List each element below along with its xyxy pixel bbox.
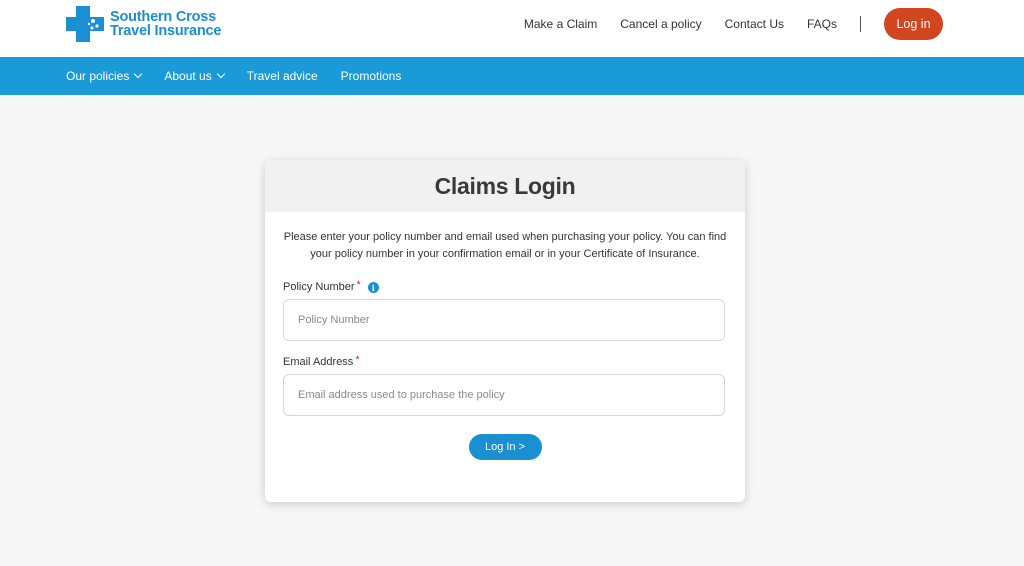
nav-travel-advice-label: Travel advice (246, 69, 318, 83)
nav-divider (860, 16, 861, 32)
login-button[interactable]: Log in (884, 8, 943, 40)
email-address-input[interactable] (283, 374, 725, 416)
chevron-down-icon (216, 69, 225, 79)
card-body: Please enter your policy number and emai… (265, 212, 745, 460)
nav-promotions[interactable]: Promotions (341, 69, 402, 83)
chevron-down-icon (134, 69, 143, 79)
policy-number-label-text: Policy Number (283, 281, 355, 293)
southern-cross-logo-icon (66, 6, 104, 42)
email-address-group: Email Address * (283, 354, 727, 416)
brand-name: Southern Cross Travel Insurance (110, 9, 222, 39)
email-address-label-text: Email Address (283, 356, 354, 368)
intro-text: Please enter your policy number and emai… (283, 231, 727, 260)
main-nav: Our policies About us Travel advice Prom… (0, 57, 1024, 95)
page-title: Claims Login (434, 172, 576, 199)
log-in-submit-button[interactable]: Log In > (468, 434, 542, 460)
make-a-claim-link[interactable]: Make a Claim (524, 17, 597, 31)
nav-about-us[interactable]: About us (164, 69, 225, 83)
required-marker: * (356, 279, 361, 291)
policy-number-input[interactable] (283, 299, 725, 341)
nav-about-us-label: About us (164, 69, 212, 83)
brand-line-1: Southern Cross (110, 9, 216, 25)
faqs-link[interactable]: FAQs (807, 17, 837, 31)
site-header: Southern Cross Travel Insurance Make a C… (0, 0, 1024, 57)
required-marker: * (355, 354, 360, 366)
brand-line-2: Travel Insurance (110, 23, 222, 39)
brand-logo[interactable]: Southern Cross Travel Insurance (66, 6, 221, 42)
nav-travel-advice[interactable]: Travel advice (247, 69, 318, 83)
nav-promotions-label: Promotions (340, 69, 402, 83)
policy-number-group: Policy Number * i (283, 279, 727, 341)
card-header: Claims Login (265, 160, 745, 212)
nav-our-policies[interactable]: Our policies (66, 69, 143, 83)
cancel-policy-link[interactable]: Cancel a policy (620, 17, 701, 31)
policy-number-label: Policy Number * i (283, 279, 727, 293)
top-nav: Make a Claim Cancel a policy Contact Us … (501, 8, 943, 40)
claims-login-card: Claims Login Please enter your policy nu… (265, 160, 745, 502)
contact-us-link[interactable]: Contact Us (725, 17, 784, 31)
info-icon[interactable]: i (367, 282, 379, 293)
nav-our-policies-label: Our policies (66, 69, 130, 83)
email-address-label: Email Address * (283, 354, 727, 369)
